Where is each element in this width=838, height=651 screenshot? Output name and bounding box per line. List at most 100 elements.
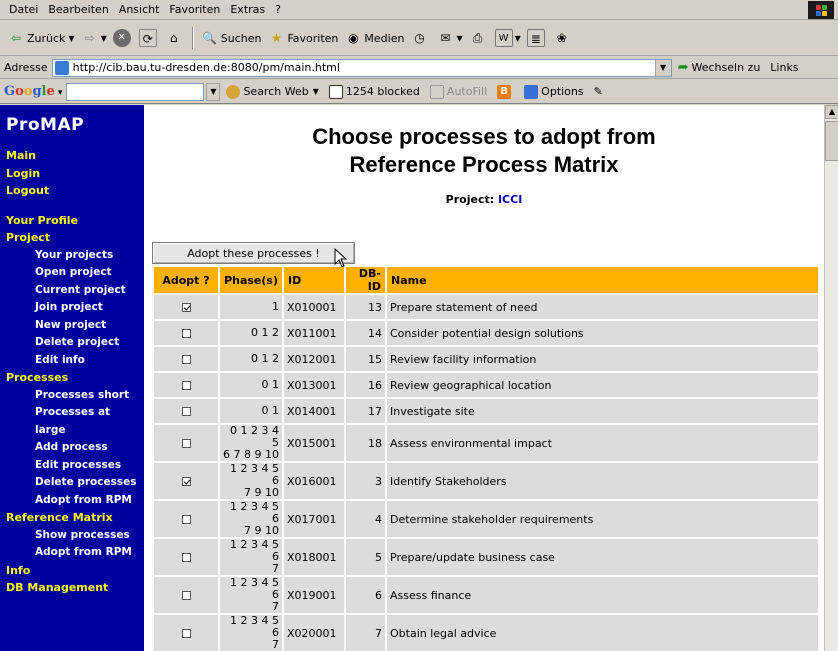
history-button[interactable]: ◷ — [407, 25, 433, 51]
id-cell: X013001 — [284, 373, 344, 397]
go-button[interactable]: ➦ Wechseln zu — [678, 60, 761, 75]
options-button[interactable]: Options — [524, 84, 584, 99]
url-input[interactable]: http://cib.bau.tu-dresden.de:8080/pm/mai… — [51, 58, 672, 77]
refresh-button[interactable]: ⟳ — [136, 25, 162, 51]
sidebar-item-logout[interactable]: Logout — [6, 182, 144, 200]
sidebar-item-adopt-from-rpm[interactable]: Adopt from RPM — [6, 544, 144, 562]
scroll-thumb[interactable] — [825, 121, 838, 161]
home-icon: ⌂ — [169, 31, 178, 45]
forward-button[interactable]: ⇨ ▼ — [78, 25, 110, 51]
menu-file[interactable]: Datei — [4, 1, 43, 19]
forward-arrow-icon: ⇨ — [84, 31, 95, 45]
address-label: Adresse — [4, 61, 48, 74]
messenger-button[interactable]: ❀ — [550, 25, 576, 51]
google-logo[interactable]: Google ▾ — [4, 84, 62, 99]
sidebar-item-info[interactable]: Info — [6, 562, 144, 580]
popup-blocker-button[interactable]: 1254 blocked — [328, 84, 420, 99]
table-row: 1 2 3 4 5 6 7 X018001 5 Prepare/update busin… — [154, 539, 818, 575]
sidebar-item-add-process[interactable]: Add process — [6, 439, 144, 457]
sidebar-item-new-project[interactable]: New project — [6, 317, 144, 335]
sidebar-item-main[interactable]: Main — [6, 147, 144, 165]
id-cell: X019001 — [284, 577, 344, 613]
sidebar-item-join-project[interactable]: Join project — [6, 299, 144, 317]
browser-menubar: Datei Bearbeiten Ansicht Favoriten Extra… — [0, 0, 838, 20]
blogger-button[interactable]: B — [497, 84, 514, 99]
pen-icon[interactable]: ✎ — [594, 85, 603, 98]
sidebar-item-adopt-from-rpm[interactable]: Adopt from RPM — [6, 492, 144, 510]
phases-cell: 1 2 3 4 5 67 — [220, 539, 282, 575]
print-button[interactable]: ⎙ — [466, 25, 492, 51]
back-button[interactable]: ⇦ Zurück ▼ — [4, 25, 78, 51]
table-row: 1 2 3 4 5 67 9 10 X017001 4 Determine stake… — [154, 501, 818, 537]
adopt-checkbox[interactable] — [181, 515, 191, 524]
adopt-checkbox[interactable] — [181, 381, 191, 390]
chevron-down-icon[interactable]: ▼ — [206, 82, 221, 101]
sidebar-item-project[interactable]: Project — [6, 229, 144, 247]
table-row: 0 1 X013001 16 Review geographical location — [154, 373, 818, 397]
adopt-checkbox[interactable] — [181, 477, 191, 486]
menu-view[interactable]: Ansicht — [114, 1, 165, 19]
phase-line: 7 9 10 — [244, 524, 279, 537]
google-toolbar: Google ▾ ▼ Search Web ▼ 1254 blocked Aut… — [0, 80, 838, 104]
table-row: 0 1 2 3 4 56 7 8 9 10 X015001 18 Assess env… — [154, 425, 818, 461]
sidebar-item-edit-info[interactable]: Edit info — [6, 352, 144, 370]
vertical-scrollbar[interactable]: ▲ — [824, 105, 838, 651]
links-button[interactable]: Links — [770, 61, 798, 74]
sidebar-item-show-processes[interactable]: Show processes — [6, 527, 144, 545]
sidebar-item-delete-processes[interactable]: Delete processes — [6, 474, 144, 492]
sidebar-item-edit-processes[interactable]: Edit processes — [6, 457, 144, 475]
toolbar-separator — [191, 27, 194, 49]
phases-cell: 0 1 2 — [220, 321, 282, 345]
menu-help[interactable]: ? — [270, 1, 286, 19]
phase-line: 0 1 2 3 4 5 — [230, 424, 279, 449]
scroll-up-icon[interactable]: ▲ — [825, 105, 838, 119]
sidebar-item-your-profile[interactable]: Your Profile — [6, 212, 144, 230]
project-link[interactable]: ICCI — [498, 193, 522, 206]
adopt-checkbox[interactable] — [181, 439, 191, 448]
sidebar-item-reference-matrix[interactable]: Reference Matrix — [6, 509, 144, 527]
sidebar-item-db-management[interactable]: DB Management — [6, 579, 144, 597]
sidebar-item-delete-project[interactable]: Delete project — [6, 334, 144, 352]
adopt-checkbox[interactable] — [181, 303, 191, 312]
sidebar-item-open-project[interactable]: Open project — [6, 264, 144, 282]
menu-favorites[interactable]: Favoriten — [164, 1, 225, 19]
menu-edit[interactable]: Bearbeiten — [43, 1, 113, 19]
dbid-cell: 6 — [346, 577, 385, 613]
adopt-checkbox[interactable] — [181, 329, 191, 338]
adopt-checkbox[interactable] — [181, 629, 191, 638]
search-button[interactable]: 🔍 Suchen — [198, 25, 265, 51]
chevron-down-icon[interactable]: ▼ — [654, 59, 671, 76]
sidebar-item-processes[interactable]: Processes — [6, 369, 144, 387]
home-button[interactable]: ⌂ — [162, 25, 188, 51]
google-search-input[interactable] — [66, 82, 205, 101]
adopt-checkbox[interactable] — [181, 407, 191, 416]
media-button[interactable]: ◉ Medien — [341, 25, 407, 51]
sidebar-item-current-project[interactable]: Current project — [6, 282, 144, 300]
name-cell: Review facility information — [387, 347, 818, 371]
messenger-icon: ❀ — [556, 31, 567, 45]
favorites-star-icon: ★ — [271, 31, 282, 45]
sidebar-item-processes-at-large[interactable]: Processes at large — [6, 404, 144, 439]
autofill-button[interactable]: AutoFill — [429, 84, 487, 99]
adopt-checkbox[interactable] — [181, 355, 191, 364]
adopt-checkbox[interactable] — [181, 553, 191, 562]
edit-word-button[interactable]: W ▼ — [492, 25, 524, 51]
sidebar-item-processes-short[interactable]: Processes short — [6, 387, 144, 405]
search-web-button[interactable]: Search Web ▼ — [226, 84, 319, 99]
sidebar-item-your-projects[interactable]: Your projects — [6, 247, 144, 265]
mail-button[interactable]: ✉ ▼ — [433, 25, 465, 51]
phase-line: 0 1 2 — [251, 352, 279, 365]
adopt-checkbox[interactable] — [181, 591, 191, 600]
stop-button[interactable]: ✕ — [110, 25, 136, 51]
name-cell: Review geographical location — [387, 373, 818, 397]
discuss-button[interactable]: ≣ — [524, 25, 550, 51]
phases-cell: 1 2 3 4 5 67 — [220, 615, 282, 651]
favorites-button[interactable]: ★ Favoriten — [264, 25, 341, 51]
adopt-cell — [154, 373, 218, 397]
sidebar-item-login[interactable]: Login — [6, 165, 144, 183]
menu-tools[interactable]: Extras — [225, 1, 270, 19]
phase-line: 6 7 8 9 10 — [223, 448, 279, 461]
adopt-processes-button[interactable]: Adopt these processes ! — [152, 242, 355, 264]
chevron-down-icon: ▼ — [68, 33, 75, 43]
name-cell: Prepare statement of need — [387, 295, 818, 319]
